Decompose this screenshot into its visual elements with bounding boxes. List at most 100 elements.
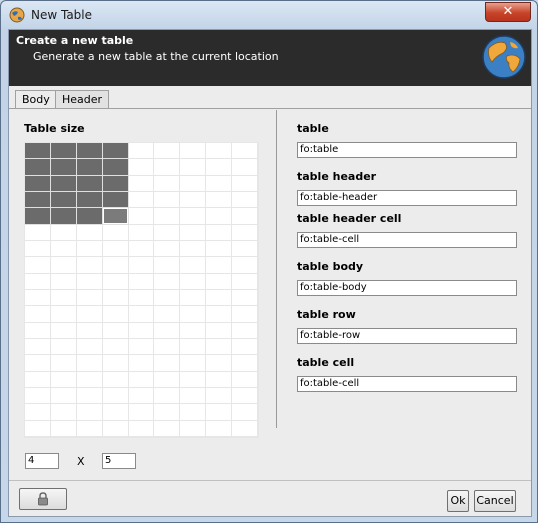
- grid-cell[interactable]: [206, 388, 233, 405]
- grid-cell[interactable]: [102, 306, 129, 323]
- tab-body[interactable]: Body: [15, 90, 57, 109]
- grid-cell[interactable]: [180, 192, 207, 209]
- grid-cell[interactable]: [50, 159, 77, 176]
- grid-cell[interactable]: [232, 306, 258, 323]
- ok-button[interactable]: Ok: [447, 490, 469, 512]
- table-header-input[interactable]: fo:table-header: [297, 190, 517, 206]
- grid-cell[interactable]: [25, 322, 51, 339]
- grid-cell[interactable]: [154, 339, 181, 356]
- grid-cell[interactable]: [102, 404, 129, 421]
- grid-cell[interactable]: [206, 257, 233, 274]
- grid-cell[interactable]: [206, 224, 233, 241]
- grid-cell[interactable]: [128, 273, 155, 290]
- lock-button[interactable]: [19, 488, 67, 510]
- grid-cell[interactable]: [128, 175, 155, 192]
- grid-cell[interactable]: [50, 290, 77, 307]
- grid-cell[interactable]: [128, 159, 155, 176]
- grid-cell[interactable]: [76, 192, 103, 209]
- grid-cell[interactable]: [180, 224, 207, 241]
- grid-cell[interactable]: [50, 420, 77, 437]
- grid-cell[interactable]: [102, 257, 129, 274]
- grid-cell[interactable]: [154, 175, 181, 192]
- grid-cell[interactable]: [50, 192, 77, 209]
- grid-cell[interactable]: [50, 143, 77, 160]
- grid-cell[interactable]: [76, 355, 103, 372]
- grid-cell[interactable]: [128, 290, 155, 307]
- grid-cell[interactable]: [50, 322, 77, 339]
- grid-cell[interactable]: [206, 371, 233, 388]
- grid-cell[interactable]: [154, 371, 181, 388]
- grid-cell[interactable]: [180, 306, 207, 323]
- grid-cell[interactable]: [128, 371, 155, 388]
- grid-cell[interactable]: [76, 273, 103, 290]
- grid-cell[interactable]: [232, 159, 258, 176]
- grid-cell[interactable]: [76, 224, 103, 241]
- grid-cell[interactable]: [76, 290, 103, 307]
- grid-cell[interactable]: [206, 159, 233, 176]
- grid-cell[interactable]: [25, 273, 51, 290]
- grid-cell[interactable]: [180, 175, 207, 192]
- grid-cell[interactable]: [206, 306, 233, 323]
- cancel-button[interactable]: Cancel: [474, 490, 516, 512]
- grid-cell[interactable]: [154, 420, 181, 437]
- grid-cell[interactable]: [25, 175, 51, 192]
- grid-cell[interactable]: [25, 143, 51, 160]
- grid-cell[interactable]: [76, 208, 103, 225]
- grid-cell[interactable]: [206, 208, 233, 225]
- rows-input[interactable]: 4: [25, 453, 59, 469]
- grid-cell[interactable]: [102, 224, 129, 241]
- grid-cell[interactable]: [232, 388, 258, 405]
- grid-cell[interactable]: [154, 208, 181, 225]
- grid-cell[interactable]: [102, 175, 129, 192]
- grid-cell[interactable]: [50, 273, 77, 290]
- grid-cell[interactable]: [232, 355, 258, 372]
- grid-cell[interactable]: [76, 159, 103, 176]
- grid-cell[interactable]: [206, 339, 233, 356]
- grid-cell[interactable]: [102, 192, 129, 209]
- grid-cell[interactable]: [206, 355, 233, 372]
- grid-cell[interactable]: [25, 208, 51, 225]
- grid-cell[interactable]: [128, 388, 155, 405]
- grid-cell[interactable]: [128, 143, 155, 160]
- grid-cell[interactable]: [128, 192, 155, 209]
- table-body-input[interactable]: fo:table-body: [297, 280, 517, 296]
- grid-cell[interactable]: [232, 224, 258, 241]
- grid-cell[interactable]: [180, 371, 207, 388]
- grid-cell[interactable]: [154, 224, 181, 241]
- grid-cell[interactable]: [76, 371, 103, 388]
- grid-cell[interactable]: [206, 322, 233, 339]
- grid-cell[interactable]: [206, 273, 233, 290]
- grid-cell[interactable]: [206, 192, 233, 209]
- grid-cell[interactable]: [102, 339, 129, 356]
- grid-cell[interactable]: [102, 273, 129, 290]
- grid-cell[interactable]: [154, 159, 181, 176]
- grid-cell[interactable]: [50, 388, 77, 405]
- grid-cell[interactable]: [180, 257, 207, 274]
- grid-cell[interactable]: [102, 322, 129, 339]
- grid-cell[interactable]: [102, 371, 129, 388]
- grid-cell[interactable]: [128, 208, 155, 225]
- grid-cell[interactable]: [76, 322, 103, 339]
- grid-cell[interactable]: [232, 257, 258, 274]
- grid-cell[interactable]: [76, 388, 103, 405]
- grid-cell[interactable]: [154, 290, 181, 307]
- grid-cell[interactable]: [76, 420, 103, 437]
- grid-cell[interactable]: [180, 241, 207, 258]
- grid-cell[interactable]: [180, 143, 207, 160]
- grid-cell[interactable]: [180, 290, 207, 307]
- grid-cell[interactable]: [102, 420, 129, 437]
- grid-cell[interactable]: [180, 339, 207, 356]
- grid-cell[interactable]: [154, 404, 181, 421]
- grid-cell[interactable]: [50, 371, 77, 388]
- grid-cell[interactable]: [102, 290, 129, 307]
- grid-cell[interactable]: [128, 306, 155, 323]
- grid-cell[interactable]: [128, 339, 155, 356]
- table-element-input[interactable]: fo:table: [297, 142, 517, 158]
- grid-cell[interactable]: [180, 355, 207, 372]
- grid-cell[interactable]: [180, 208, 207, 225]
- grid-cell[interactable]: [25, 420, 51, 437]
- grid-cell[interactable]: [232, 322, 258, 339]
- grid-cell[interactable]: [154, 192, 181, 209]
- grid-cell[interactable]: [232, 192, 258, 209]
- grid-cell[interactable]: [154, 306, 181, 323]
